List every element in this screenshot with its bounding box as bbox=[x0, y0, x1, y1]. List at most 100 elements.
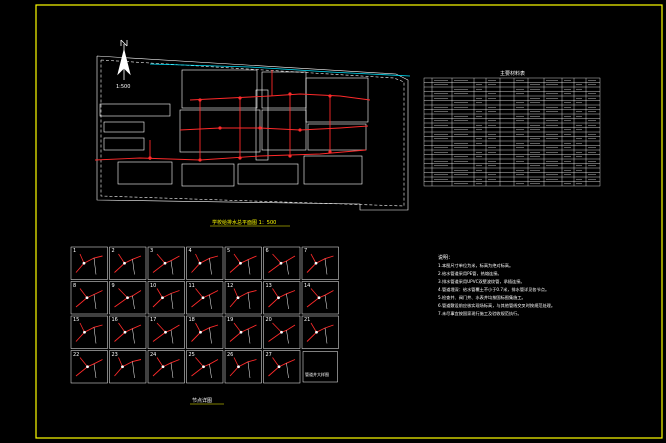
node-fitting bbox=[317, 296, 321, 300]
node-pipe bbox=[191, 359, 219, 377]
node-number: 13 bbox=[265, 282, 272, 289]
node-leader bbox=[247, 328, 251, 344]
node-pipe-branch bbox=[156, 357, 164, 367]
note-line-5: 5.检查井、阀门井、水表井均按国标图集施工。 bbox=[438, 295, 526, 300]
node-pipe-branch bbox=[156, 253, 166, 264]
node-pipe-branch bbox=[79, 288, 88, 298]
node-number: 25 bbox=[188, 351, 195, 358]
node-leader bbox=[132, 295, 135, 310]
node-fitting bbox=[198, 261, 202, 265]
node-pipe-branch bbox=[79, 322, 85, 333]
node-pipe-branch bbox=[272, 288, 279, 298]
node-number: 17 bbox=[150, 317, 157, 323]
node-leader bbox=[324, 327, 328, 344]
node-pipe-branch bbox=[195, 288, 204, 299]
node-detail-title: 节点详图 bbox=[192, 398, 213, 404]
site-boundary bbox=[96, 55, 409, 211]
note-line-4: 4.管道埋深：给水管覆土不小于0.7米，排水管详见各节点。 bbox=[438, 287, 550, 292]
node-fitting bbox=[163, 261, 167, 265]
node-fitting bbox=[85, 296, 89, 300]
note-line-6: 6.管道敷设前应核实现场标高，与其他管线交叉时按规范处理。 bbox=[438, 303, 556, 308]
node-pipe-branch bbox=[118, 357, 123, 367]
node-number: 7 bbox=[304, 248, 308, 254]
node-pipe bbox=[75, 324, 103, 342]
node-number: 9 bbox=[111, 282, 115, 289]
node-number: 19 bbox=[227, 317, 234, 323]
node-pipe-branch bbox=[310, 322, 317, 333]
node-leader bbox=[93, 294, 97, 310]
node-leader bbox=[286, 260, 289, 275]
node-fitting bbox=[164, 330, 167, 334]
node-leader bbox=[170, 260, 174, 275]
node-number: 3 bbox=[150, 248, 154, 254]
node-number: 10 bbox=[150, 282, 157, 289]
node-cell bbox=[224, 246, 262, 280]
node-number: 16 bbox=[111, 317, 118, 323]
node-leader bbox=[209, 327, 212, 344]
node-number: 27 bbox=[265, 351, 272, 358]
node-pipe-branch bbox=[79, 253, 85, 264]
north-arrow-icon bbox=[117, 39, 131, 80]
node-leader bbox=[132, 259, 135, 275]
node-fitting bbox=[123, 261, 126, 265]
node-pipe bbox=[152, 255, 180, 273]
node-leader bbox=[247, 361, 251, 379]
node-leader bbox=[324, 258, 328, 275]
node-number: 1 bbox=[73, 248, 77, 254]
node-leader bbox=[93, 257, 97, 275]
node-number: 14 bbox=[304, 282, 311, 289]
node-fitting bbox=[126, 296, 129, 300]
node-leader bbox=[93, 327, 97, 344]
node-pipe-branch bbox=[195, 322, 201, 333]
node-pipe bbox=[229, 359, 257, 377]
node-pipe-branch bbox=[310, 253, 317, 264]
node-pipe bbox=[306, 290, 334, 308]
node-fitting bbox=[161, 365, 165, 369]
node-fitting bbox=[199, 330, 202, 334]
node-pipe-branch bbox=[272, 253, 282, 264]
pipe-network bbox=[94, 70, 371, 161]
node-pipe-branch bbox=[195, 357, 204, 368]
node-leader bbox=[170, 293, 174, 310]
note-line-7: 7.未尽事宜按国家现行施工及验收规范执行。 bbox=[438, 311, 522, 316]
node-fitting bbox=[161, 296, 164, 300]
node-pipe bbox=[229, 290, 257, 308]
node-fitting bbox=[277, 296, 280, 300]
node-leader bbox=[132, 328, 135, 344]
node-fitting bbox=[82, 261, 86, 265]
node-number: 23 bbox=[111, 351, 118, 358]
node-number: 22 bbox=[73, 351, 80, 358]
node-pipe bbox=[191, 324, 219, 342]
node-leader bbox=[324, 295, 328, 310]
node-pipe-branch bbox=[118, 253, 125, 264]
node-pipe-branch bbox=[233, 357, 239, 367]
material-table bbox=[423, 77, 601, 187]
node-fitting bbox=[277, 365, 281, 369]
material-table-title: 主要材料表 bbox=[500, 71, 526, 77]
note-line-1: 1.本图尺寸单位为米，标高为绝对标高。 bbox=[438, 263, 514, 268]
note-line-3: 3.排水管道采用UPVC双壁波纹管，承插连接。 bbox=[438, 279, 525, 284]
node-pipe bbox=[191, 290, 219, 308]
node-leader bbox=[286, 330, 289, 344]
node-fitting bbox=[202, 365, 205, 369]
node-fitting bbox=[239, 261, 242, 265]
node-fitting bbox=[121, 365, 124, 369]
node-leader bbox=[170, 362, 174, 379]
node-fitting bbox=[315, 330, 318, 334]
node-pipe bbox=[114, 255, 142, 273]
node-leader bbox=[247, 292, 251, 310]
outer-frame bbox=[35, 4, 663, 439]
node-pipe bbox=[268, 290, 296, 308]
node-cell bbox=[70, 246, 108, 280]
node-leader bbox=[286, 293, 289, 310]
node-pipe bbox=[75, 255, 103, 273]
node-number: 20 bbox=[265, 317, 272, 323]
node-number: 2 bbox=[111, 248, 115, 254]
node-leader bbox=[286, 363, 289, 379]
node-leader bbox=[132, 361, 135, 379]
node-number: 24 bbox=[150, 351, 157, 358]
node-pipe-branch bbox=[272, 322, 282, 333]
node-pipe-branch bbox=[118, 322, 126, 333]
node-pipe bbox=[114, 359, 142, 377]
node-pipe bbox=[229, 255, 257, 273]
